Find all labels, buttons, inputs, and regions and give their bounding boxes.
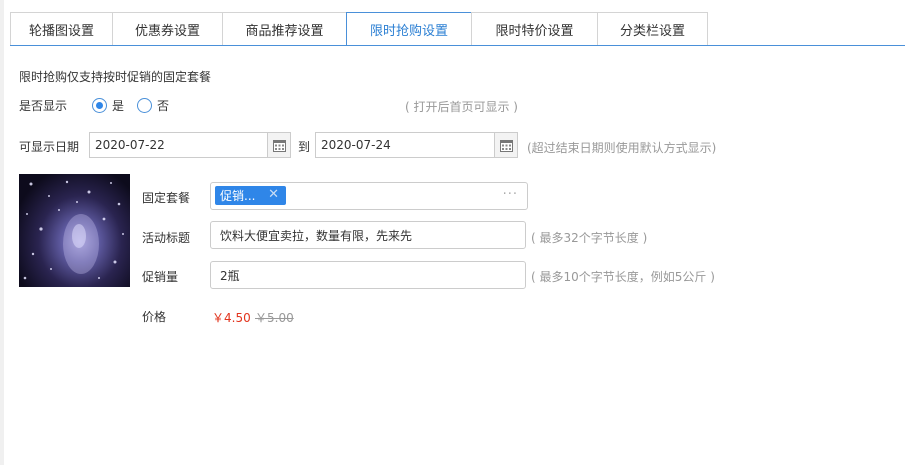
package-tag: 促销... ✕	[215, 186, 286, 205]
tab-product-recommend-settings[interactable]: 商品推荐设置	[222, 12, 346, 46]
tab-label: 轮播图设置	[28, 23, 94, 39]
title-hint: ( 最多32个字节长度 )	[531, 231, 648, 245]
more-icon[interactable]: ···	[503, 187, 518, 202]
current-price: ￥4.50	[212, 311, 251, 325]
title-input[interactable]: 饮料大便宜卖拉，数量有限，先来先	[210, 221, 526, 249]
tab-label: 优惠券设置	[134, 23, 200, 39]
end-date-value: 2020-07-24	[321, 138, 391, 152]
intro-text: 限时抢购仅支持按时促销的固定套餐	[19, 70, 212, 84]
date-range-hint: (超过结束日期则使用默认方式显示)	[527, 141, 717, 155]
tab-label: 分类栏设置	[619, 23, 685, 39]
quantity-hint: ( 最多10个字节长度，例如5公斤 )	[531, 270, 715, 284]
tab-flash-sale-settings[interactable]: 限时抢购设置	[346, 12, 471, 46]
tab-label: 限时抢购设置	[369, 23, 448, 39]
title-label: 活动标题	[142, 231, 191, 245]
product-image	[19, 174, 130, 287]
tab-underline	[10, 45, 905, 46]
price-label: 价格	[142, 310, 167, 324]
calendar-icon[interactable]	[494, 133, 517, 157]
tab-label: 商品推荐设置	[245, 23, 324, 39]
tab-limited-price-settings[interactable]: 限时特价设置	[471, 12, 597, 46]
date-range-separator: 到	[298, 140, 311, 154]
display-label: 是否显示	[19, 99, 68, 113]
date-range-label: 可显示日期	[19, 140, 80, 154]
tab-coupon-settings[interactable]: 优惠券设置	[112, 12, 222, 46]
quantity-input[interactable]: 2瓶	[210, 261, 526, 289]
package-label: 固定套餐	[142, 191, 191, 205]
start-date-value: 2020-07-22	[95, 138, 165, 152]
tab-category-bar-settings[interactable]: 分类栏设置	[597, 12, 708, 46]
tab-carousel-settings[interactable]: 轮播图设置	[10, 12, 112, 46]
display-no-radio[interactable]	[137, 98, 152, 113]
package-tag-label: 促销...	[220, 189, 256, 203]
title-value: 饮料大便宜卖拉，数量有限，先来先	[220, 228, 413, 243]
display-hint: ( 打开后首页可显示 )	[405, 100, 518, 114]
tab-label: 限时特价设置	[495, 23, 574, 39]
window-left-edge	[0, 0, 4, 465]
quantity-value: 2瓶	[220, 268, 240, 283]
close-icon[interactable]: ✕	[268, 187, 279, 202]
display-yes-radio[interactable]	[92, 98, 107, 113]
display-no-label[interactable]: 否	[157, 97, 169, 114]
end-date-input[interactable]: 2020-07-24	[315, 132, 518, 158]
original-price: ￥5.00	[255, 311, 294, 325]
package-select[interactable]: 促销... ✕ ···	[210, 182, 528, 210]
quantity-label: 促销量	[142, 270, 179, 284]
display-yes-label[interactable]: 是	[112, 97, 124, 114]
calendar-icon[interactable]	[267, 133, 290, 157]
start-date-input[interactable]: 2020-07-22	[89, 132, 291, 158]
settings-tabs: 轮播图设置 优惠券设置 商品推荐设置 限时抢购设置 限时特价设置 分类栏设置	[10, 12, 708, 46]
